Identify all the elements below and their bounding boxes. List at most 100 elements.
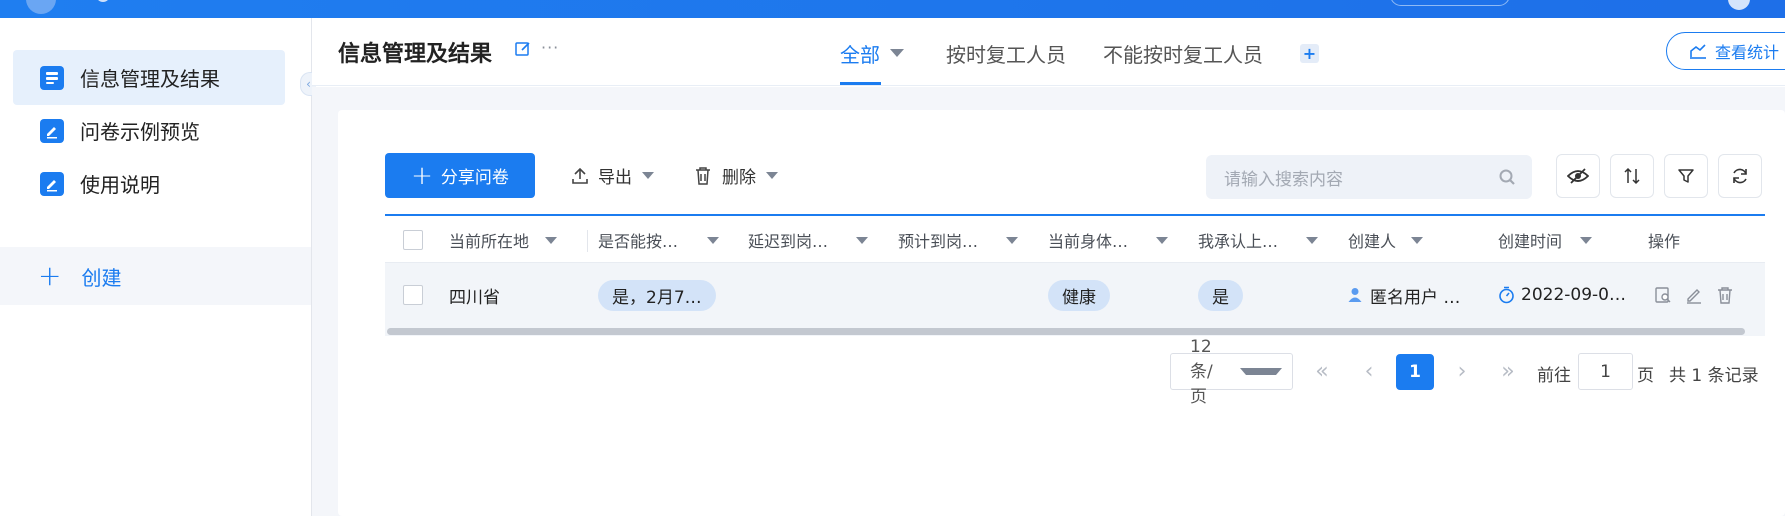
column-header[interactable]: 我承认上… xyxy=(1198,226,1318,254)
sidebar-item-survey-preview[interactable]: 问卷示例预览 xyxy=(13,103,285,158)
sidebar-item-info-management[interactable]: 信息管理及结果 xyxy=(13,50,285,105)
create-label: 创建 xyxy=(81,265,122,290)
column-header[interactable]: 预计到岗… xyxy=(898,226,1018,254)
page-size-select[interactable]: 12条/页 xyxy=(1170,337,1293,407)
column-header[interactable]: 当前身体… xyxy=(1048,226,1168,254)
data-table: 当前所在地 是否能按… 延迟到岗… 预计到岗… 当前身体… 我承认上… 创建人 … xyxy=(385,214,1785,340)
tab-all[interactable]: 全部 xyxy=(840,39,880,68)
eye-off-icon xyxy=(1567,168,1589,184)
cell-location: 四川省 xyxy=(449,287,500,308)
chevron-down-icon[interactable] xyxy=(890,49,904,57)
sort-button[interactable] xyxy=(1610,154,1654,198)
view-stats-label: 查看统计 xyxy=(1715,43,1780,62)
cell-created-at: 2022-09-0… xyxy=(1498,263,1626,327)
view-stats-button[interactable]: 查看统计 xyxy=(1666,32,1785,70)
table-header: 当前所在地 是否能按… 延迟到岗… 预计到岗… 当前身体… 我承认上… 创建人 … xyxy=(385,214,1765,262)
edit-doc-icon xyxy=(40,171,64,196)
delete-button[interactable]: 删除 xyxy=(694,163,778,188)
share-survey-button[interactable]: + 分享问卷 xyxy=(385,153,535,198)
refresh-icon xyxy=(1733,168,1747,184)
export-button[interactable]: 导出 xyxy=(570,163,654,188)
chevron-down-icon xyxy=(642,172,654,179)
plus-icon: + xyxy=(38,259,62,292)
filter-icon xyxy=(1678,169,1694,183)
share-survey-label: 分享问卷 xyxy=(440,168,509,188)
first-page-button[interactable]: « xyxy=(1309,358,1335,384)
answer-tag: 是 xyxy=(1198,279,1243,311)
more-icon[interactable]: ··· xyxy=(541,38,559,57)
tab-not-on-time-workers[interactable]: 不能按时复工人员 xyxy=(1103,39,1263,68)
top-bar xyxy=(0,0,1785,18)
trash-icon xyxy=(696,166,710,185)
timer-icon xyxy=(1499,286,1514,304)
cell-on-time: 是，2月7… xyxy=(598,263,716,327)
search-icon[interactable] xyxy=(1498,168,1516,186)
horizontal-scrollbar[interactable] xyxy=(385,326,1765,336)
sidebar-item-instructions[interactable]: 使用说明 xyxy=(13,156,285,211)
delete-label: 删除 xyxy=(722,168,756,188)
chevron-down-icon[interactable] xyxy=(1411,236,1423,244)
scrollbar-thumb[interactable] xyxy=(387,328,1745,335)
chevron-down-icon[interactable] xyxy=(1580,236,1592,244)
page-number-current[interactable]: 1 xyxy=(1396,354,1434,390)
edit-doc-icon xyxy=(40,118,64,143)
cell-actions xyxy=(1648,263,1735,327)
chevron-down-icon[interactable] xyxy=(1156,236,1168,244)
export-label: 导出 xyxy=(598,168,632,188)
chart-icon xyxy=(1690,44,1706,59)
refresh-button[interactable] xyxy=(1718,154,1762,198)
sidebar-create-button[interactable]: + 创建 xyxy=(0,247,311,305)
active-tab-indicator xyxy=(840,82,881,85)
sidebar-item-label: 信息管理及结果 xyxy=(80,67,220,91)
column-header-actions: 操作 xyxy=(1648,232,1681,251)
sidebar-item-label: 问卷示例预览 xyxy=(80,120,200,144)
edit-title-icon[interactable] xyxy=(514,40,536,62)
chevron-down-icon[interactable] xyxy=(856,236,868,244)
avatar[interactable] xyxy=(1728,0,1750,10)
answer-tag: 健康 xyxy=(1048,279,1110,311)
edit-icon[interactable] xyxy=(1684,285,1704,305)
page-title: 信息管理及结果 xyxy=(338,42,493,67)
table-row[interactable]: 四川省 是，2月7… 健康 是 匿名用户 … 2022-09-0… xyxy=(385,262,1765,326)
column-header[interactable]: 是否能按… xyxy=(598,226,719,254)
view-detail-icon[interactable] xyxy=(1653,285,1673,305)
plus-icon: + xyxy=(1302,43,1317,63)
top-bar-button[interactable] xyxy=(1390,0,1510,6)
upload-icon xyxy=(572,167,588,184)
toggle-visibility-button[interactable] xyxy=(1556,154,1600,198)
row-checkbox[interactable] xyxy=(403,285,423,305)
goto-page-input[interactable] xyxy=(1578,353,1633,390)
column-header[interactable]: 延迟到岗… xyxy=(748,226,868,254)
sidebar-item-label: 使用说明 xyxy=(80,173,160,197)
chevron-down-icon[interactable] xyxy=(545,236,557,244)
search-input[interactable]: 请输入搜索内容 xyxy=(1206,155,1532,199)
app-logo xyxy=(26,0,56,14)
chevron-down-icon xyxy=(1239,368,1282,375)
tab-on-time-workers[interactable]: 按时复工人员 xyxy=(946,39,1066,68)
chevron-down-icon xyxy=(766,172,778,179)
select-all-checkbox[interactable] xyxy=(403,230,423,250)
creator-name: 匿名用户 … xyxy=(1370,287,1461,308)
plus-icon: + xyxy=(411,160,433,191)
chevron-down-icon[interactable] xyxy=(707,236,719,244)
column-header[interactable]: 当前所在地 xyxy=(449,226,557,254)
last-page-button[interactable]: » xyxy=(1495,358,1521,384)
add-tab-button[interactable]: + xyxy=(1300,44,1319,63)
help-icon[interactable] xyxy=(96,0,110,2)
chevron-down-icon[interactable] xyxy=(1306,236,1318,244)
cell-acknowledge: 是 xyxy=(1198,263,1243,327)
chevron-down-icon[interactable] xyxy=(1006,236,1018,244)
created-at-value: 2022-09-0… xyxy=(1521,285,1626,305)
column-divider[interactable] xyxy=(587,230,588,252)
search-placeholder: 请输入搜索内容 xyxy=(1224,169,1343,190)
next-page-button[interactable]: › xyxy=(1449,358,1475,384)
trash-icon[interactable] xyxy=(1715,285,1735,305)
column-header[interactable]: 创建时间 xyxy=(1498,226,1592,254)
goto-suffix: 页 xyxy=(1637,366,1654,386)
page-size-value: 12条/页 xyxy=(1190,336,1213,407)
filter-button[interactable] xyxy=(1664,154,1708,198)
sort-icon xyxy=(1624,167,1640,185)
prev-page-button[interactable]: ‹ xyxy=(1356,358,1382,384)
form-icon xyxy=(40,65,64,90)
column-header[interactable]: 创建人 xyxy=(1348,226,1423,254)
